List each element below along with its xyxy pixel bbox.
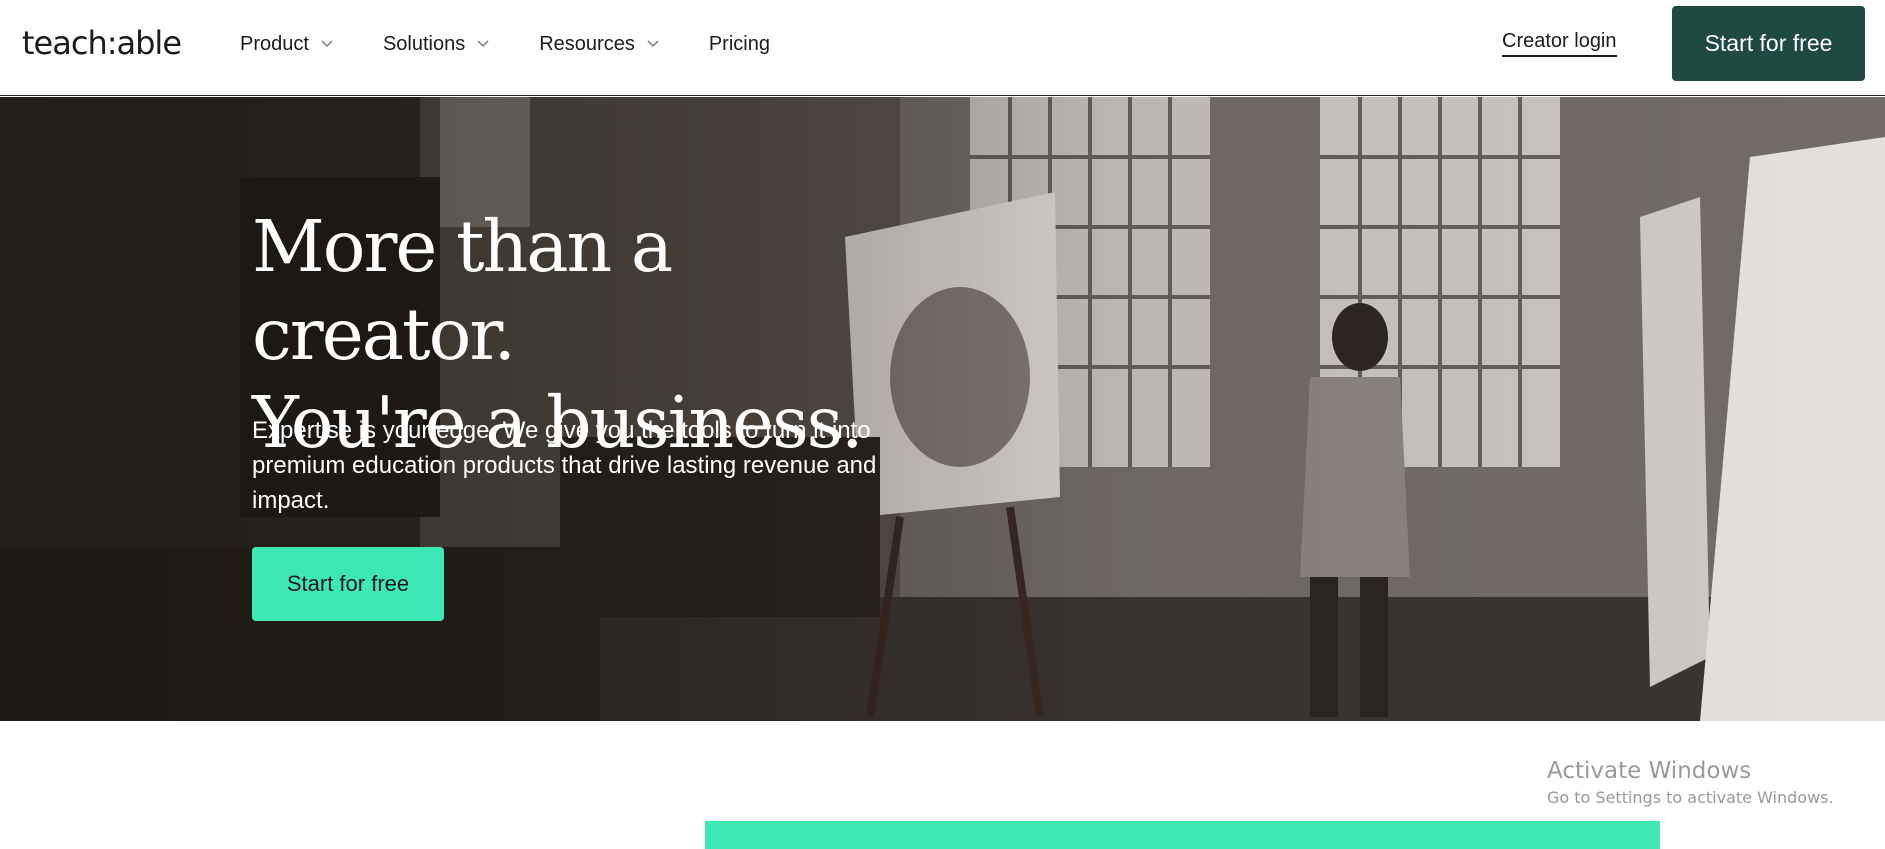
- chevron-down-icon: [321, 40, 333, 48]
- creator-login-link[interactable]: Creator login: [1502, 30, 1617, 57]
- nav-item-product[interactable]: Product: [240, 33, 333, 56]
- top-navbar: teach:able Product Solutions Resources P…: [0, 0, 1885, 96]
- activate-windows-watermark: Activate Windows Go to Settings to activ…: [1547, 757, 1834, 811]
- hero-title-line-1: More than a creator.: [252, 205, 673, 376]
- nav-item-label: Resources: [539, 32, 635, 55]
- nav-item-solutions[interactable]: Solutions: [383, 33, 489, 56]
- nav-item-label: Product: [240, 32, 309, 55]
- nav-item-label: Solutions: [382, 32, 466, 55]
- accent-banner: [705, 821, 1660, 849]
- main-menu: Product Solutions Resources Pricing: [240, 0, 820, 88]
- watermark-subtitle: Go to Settings to activate Windows.: [1547, 788, 1834, 807]
- teachable-logo[interactable]: teach:able: [22, 24, 182, 62]
- chevron-down-icon: [477, 40, 489, 48]
- hero-section: More than a creator. You're a business. …: [0, 97, 1885, 721]
- nav-item-label: Pricing: [708, 32, 770, 55]
- watermark-title: Activate Windows: [1547, 758, 1752, 784]
- nav-item-pricing[interactable]: Pricing: [709, 33, 770, 56]
- start-for-free-button[interactable]: Start for free: [1672, 6, 1865, 81]
- hero-subtitle: Expertise is your edge. We give you the …: [252, 417, 877, 514]
- chevron-down-icon: [647, 40, 659, 48]
- hero-start-for-free-button[interactable]: Start for free: [252, 547, 444, 621]
- nav-item-resources[interactable]: Resources: [539, 33, 659, 56]
